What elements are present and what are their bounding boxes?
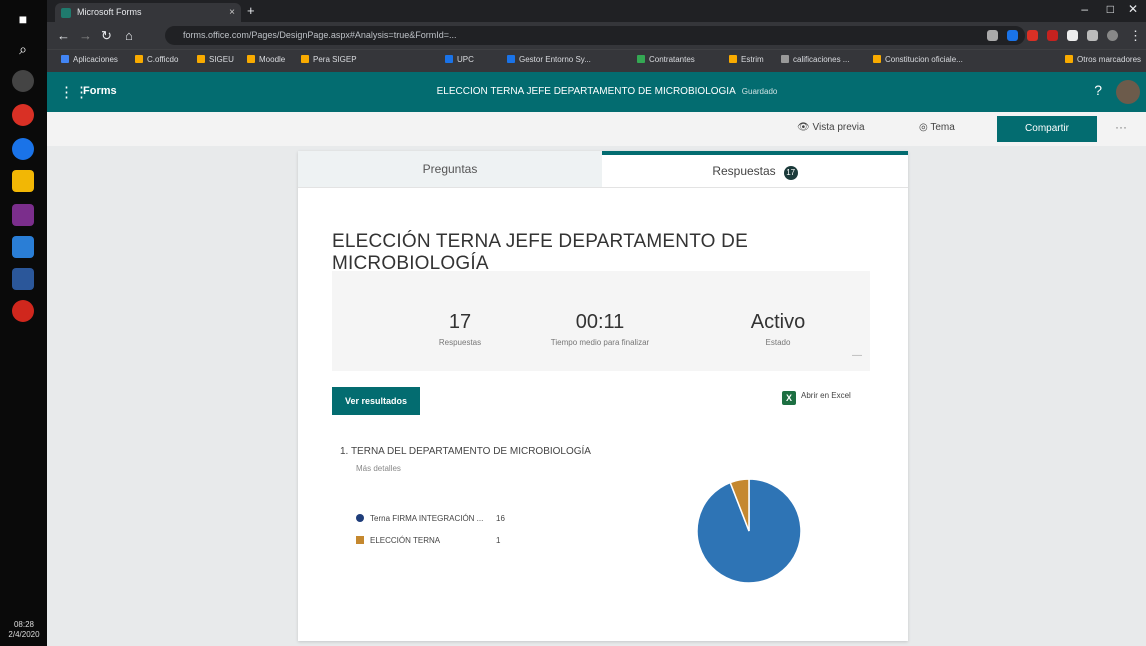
- palette-icon: ◎: [919, 122, 931, 133]
- bookmarks-bar: Aplicaciones C.officdo SIGEU Moodle Pera…: [47, 49, 1146, 72]
- chrome-taskbar-icon[interactable]: [12, 70, 34, 92]
- more-icon[interactable]: —: [852, 350, 862, 361]
- stat-responses: 17 Respuestas: [438, 311, 482, 347]
- question-result: 1. TERNA DEL DEPARTAMENTO DE MICROBIOLOG…: [332, 436, 870, 596]
- bookmark[interactable]: Moodle: [247, 55, 285, 64]
- close-window-icon[interactable]: ✕: [1128, 2, 1138, 16]
- open-in-excel-button[interactable]: X Abrir en Excel: [782, 391, 851, 405]
- maximize-icon[interactable]: □: [1107, 2, 1114, 16]
- legend-count: 1: [496, 536, 501, 545]
- browser-titlebar: Microsoft Forms × + – □ ✕: [47, 0, 1146, 22]
- bookmark-folder[interactable]: Otros marcadores: [1065, 55, 1141, 64]
- address-bar[interactable]: forms.office.com/Pages/DesignPage.aspx#A…: [165, 26, 1025, 45]
- stat-average-time: 00:11 Tiempo medio para finalizar: [550, 311, 650, 347]
- form-title: ELECCIÓN TERNA JEFE DEPARTAMENTO DE MICR…: [332, 231, 748, 274]
- home-icon[interactable]: ⌂: [125, 28, 133, 43]
- close-tab-icon[interactable]: ×: [229, 3, 235, 22]
- more-details-link[interactable]: Más detalles: [356, 464, 401, 473]
- record-icon[interactable]: [12, 300, 34, 322]
- taskbar-clock[interactable]: 08:28 2/4/2020: [4, 620, 44, 640]
- bookmark[interactable]: Contratantes: [637, 55, 695, 64]
- legend-count: 16: [496, 514, 505, 523]
- windows-taskbar: ■ ⌕ 08:28 2/4/2020: [0, 0, 47, 646]
- tab-questions[interactable]: Preguntas: [298, 151, 602, 187]
- folder-icon[interactable]: [12, 170, 34, 192]
- form-card: Preguntas Respuestas 17 ELECCIÓN TERNA JE…: [298, 151, 908, 641]
- avatar[interactable]: [1116, 80, 1140, 104]
- bookmark[interactable]: calificaciones ...: [781, 55, 849, 64]
- bookmark[interactable]: UPC: [445, 55, 474, 64]
- back-icon[interactable]: ←: [57, 28, 70, 43]
- command-bar: 👁 Vista previa ◎ Tema Compartir ···: [47, 112, 1146, 146]
- excel-icon: X: [782, 391, 796, 405]
- bookmark[interactable]: Constitucion oficiale...: [873, 55, 963, 64]
- question-title: 1. TERNA DEL DEPARTAMENTO DE MICROBIOLOG…: [340, 446, 591, 457]
- extension-icon[interactable]: [1007, 30, 1018, 41]
- form-tabs: Preguntas Respuestas 17: [298, 151, 908, 188]
- theme-button[interactable]: ◎ Tema: [919, 122, 955, 133]
- bookmark[interactable]: C.officdo: [135, 55, 178, 64]
- app-name[interactable]: Forms: [83, 85, 117, 97]
- responses-count-badge: 17: [783, 166, 798, 180]
- forms-app-bar: ⋮⋮ Forms ELECCION TERNA JEFE DEPARTAMENT…: [47, 72, 1146, 112]
- url-text: forms.office.com/Pages/DesignPage.aspx#A…: [183, 30, 457, 40]
- stat-status: Activo Estado: [750, 311, 806, 347]
- extension-icon[interactable]: [1067, 30, 1078, 41]
- clock-time: 08:28: [13, 620, 35, 629]
- legend-item: Terna FIRMA INTEGRACIÓN ... 16: [356, 514, 505, 523]
- save-status: Guardado: [741, 87, 778, 96]
- bookmark[interactable]: Pera SIGEP: [301, 55, 357, 64]
- bookmark[interactable]: Estrim: [729, 55, 764, 64]
- app-icon[interactable]: [12, 204, 34, 226]
- bookmark[interactable]: Gestor Entorno Sy...: [507, 55, 591, 64]
- extension-icon[interactable]: [1027, 30, 1038, 41]
- word-icon[interactable]: [12, 268, 34, 290]
- pie-chart: [696, 478, 802, 584]
- profile-icon[interactable]: [1107, 30, 1118, 41]
- teams-icon[interactable]: [12, 236, 34, 258]
- new-tab-icon[interactable]: +: [247, 3, 255, 18]
- legend-item: ELECCIÓN TERNA 1: [356, 536, 500, 545]
- menu-icon[interactable]: ⋮: [1129, 28, 1142, 44]
- bookmark[interactable]: Aplicaciones: [61, 55, 118, 64]
- browser-tab-title: Microsoft Forms: [77, 7, 142, 17]
- form-header-title: ELECCION TERNA JEFE DEPARTAMENTO DE MICR…: [436, 86, 778, 97]
- forward-icon[interactable]: →: [79, 28, 92, 43]
- browser-tab[interactable]: Microsoft Forms ×: [55, 3, 241, 22]
- bookmark[interactable]: SIGEU: [197, 55, 234, 64]
- puzzle-icon[interactable]: [1087, 30, 1098, 41]
- extension-icon[interactable]: [1047, 30, 1058, 41]
- reload-icon[interactable]: ↻: [101, 28, 112, 44]
- forms-favicon-icon: [61, 8, 71, 18]
- share-button[interactable]: Compartir: [997, 116, 1097, 142]
- search-icon[interactable]: ⌕: [12, 38, 34, 60]
- more-options-icon[interactable]: ···: [1115, 120, 1127, 134]
- windows-start-icon[interactable]: ■: [12, 8, 34, 30]
- clock-date: 2/4/2020: [8, 630, 40, 639]
- eye-icon: 👁: [797, 122, 813, 133]
- minimize-icon[interactable]: –: [1081, 2, 1088, 16]
- browser-toolbar: ← → ↻ ⌂ forms.office.com/Pages/DesignPag…: [47, 22, 1146, 49]
- legend-dot: [356, 536, 364, 544]
- chrome-active-icon[interactable]: [12, 104, 34, 126]
- legend-dot: [356, 514, 364, 522]
- star-icon[interactable]: [987, 30, 998, 41]
- help-icon[interactable]: ?: [1094, 82, 1102, 98]
- view-results-button[interactable]: Ver resultados: [332, 387, 420, 415]
- summary-stats: 17 Respuestas 00:11 Tiempo medio para fi…: [332, 271, 870, 371]
- preview-button[interactable]: 👁 Vista previa: [797, 122, 865, 133]
- tab-responses[interactable]: Respuestas 17: [602, 151, 908, 187]
- edge-icon[interactable]: [12, 138, 34, 160]
